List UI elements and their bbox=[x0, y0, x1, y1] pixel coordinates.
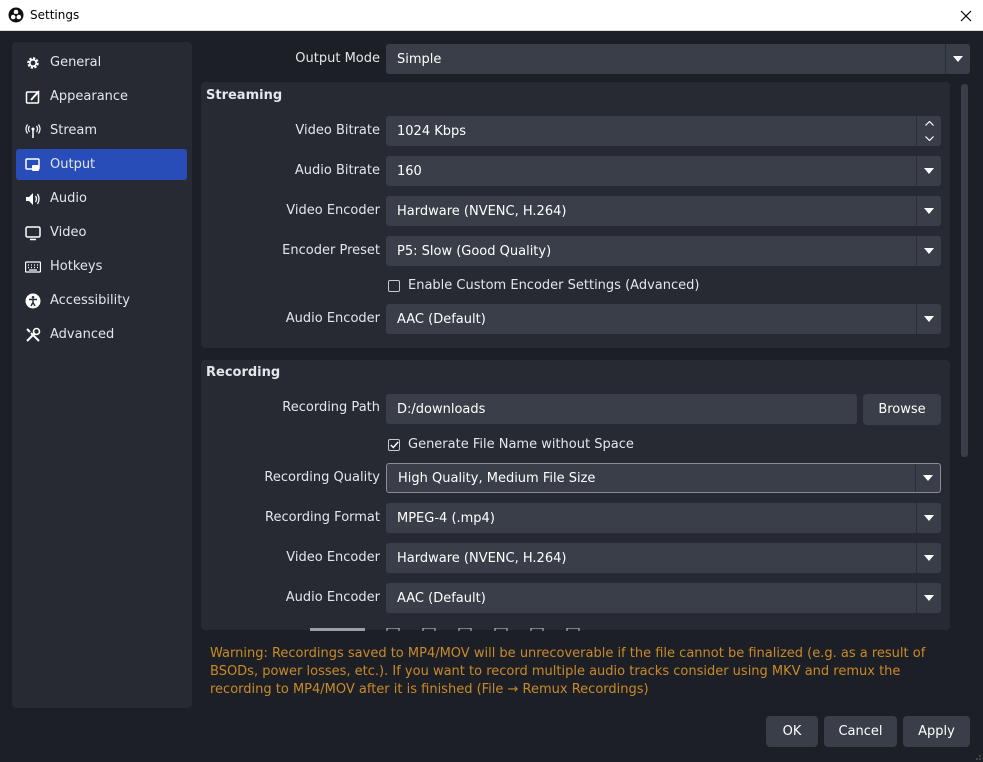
encoder-preset-value: P5: Slow (Good Quality) bbox=[397, 243, 552, 259]
encoder-preset-select[interactable]: P5: Slow (Good Quality) bbox=[386, 236, 941, 266]
checkmark-icon bbox=[389, 441, 399, 449]
accessibility-icon bbox=[24, 292, 42, 310]
audio-bitrate-select[interactable]: 160 bbox=[386, 156, 941, 186]
spin-down-button[interactable] bbox=[917, 131, 941, 146]
recording-path-input[interactable]: D:/downloads bbox=[386, 394, 857, 424]
appearance-icon bbox=[24, 88, 42, 106]
title-bar: Settings bbox=[0, 0, 983, 31]
sidebar-item-video[interactable]: Video bbox=[16, 217, 187, 248]
sidebar-item-label: General bbox=[50, 55, 102, 70]
recording-quality-value: High Quality, Medium File Size bbox=[398, 470, 596, 486]
sidebar-item-accessibility[interactable]: Accessibility bbox=[16, 285, 187, 316]
streaming-group-title: Streaming bbox=[206, 88, 283, 103]
video-bitrate-input[interactable]: 1024 Kbps bbox=[386, 116, 941, 146]
window-title: Settings bbox=[30, 8, 80, 22]
sidebar-item-audio[interactable]: Audio bbox=[16, 183, 187, 214]
recording-group-title: Recording bbox=[206, 365, 281, 380]
streaming-audio-encoder-select[interactable]: AAC (Default) bbox=[386, 304, 941, 334]
output-mode-select[interactable]: Simple bbox=[386, 44, 970, 74]
custom-encoder-checkbox-row[interactable]: Enable Custom Encoder Settings (Advanced… bbox=[388, 278, 699, 293]
output-icon bbox=[24, 156, 42, 174]
cancel-button[interactable]: Cancel bbox=[824, 716, 897, 747]
streaming-audio-encoder-label: Audio Encoder bbox=[285, 311, 380, 326]
sidebar-item-general[interactable]: General bbox=[16, 47, 187, 78]
chevron-down-icon bbox=[916, 583, 941, 613]
speaker-icon bbox=[24, 190, 42, 208]
sidebar-item-label: Audio bbox=[50, 191, 87, 206]
recording-video-encoder-value: Hardware (NVENC, H.264) bbox=[397, 550, 567, 566]
chevron-down-icon bbox=[945, 44, 970, 74]
close-button[interactable] bbox=[949, 0, 983, 31]
obs-logo-icon bbox=[8, 7, 24, 23]
sidebar-item-hotkeys[interactable]: Hotkeys bbox=[16, 251, 187, 282]
chevron-down-icon bbox=[915, 464, 940, 492]
chevron-down-icon bbox=[916, 156, 941, 186]
video-bitrate-value: 1024 Kbps bbox=[397, 123, 467, 139]
sidebar-item-label: Video bbox=[50, 225, 87, 240]
browse-button[interactable]: Browse bbox=[863, 394, 941, 425]
sidebar-item-label: Hotkeys bbox=[50, 259, 103, 274]
sidebar-item-label: Stream bbox=[50, 123, 98, 138]
video-bitrate-spinner bbox=[916, 116, 941, 146]
mp4-warning-text: Warning: Recordings saved to MP4/MOV wil… bbox=[210, 646, 926, 697]
recording-audio-encoder-select[interactable]: AAC (Default) bbox=[386, 583, 941, 613]
custom-encoder-label: Enable Custom Encoder Settings (Advanced… bbox=[408, 278, 700, 293]
settings-sidebar: General Appearance Stream Output Audio V… bbox=[12, 42, 192, 708]
streaming-video-encoder-label: Video Encoder bbox=[286, 203, 380, 218]
sidebar-item-stream[interactable]: Stream bbox=[16, 115, 187, 146]
settings-scrollbar[interactable] bbox=[960, 84, 969, 630]
tools-icon bbox=[24, 326, 42, 344]
monitor-icon bbox=[24, 224, 42, 242]
no-space-label: Generate File Name without Space bbox=[408, 437, 634, 452]
recording-path-label: Recording Path bbox=[282, 400, 380, 415]
recording-audio-encoder-label: Audio Encoder bbox=[285, 590, 380, 605]
recording-path-value: D:/downloads bbox=[397, 401, 486, 417]
sidebar-item-label: Output bbox=[50, 157, 96, 172]
gear-icon bbox=[24, 54, 42, 72]
output-mode-value: Simple bbox=[397, 51, 442, 67]
streaming-video-encoder-select[interactable]: Hardware (NVENC, H.264) bbox=[386, 196, 941, 226]
output-mode-label: Output Mode bbox=[295, 51, 380, 66]
chevron-down-icon bbox=[916, 503, 941, 533]
no-space-checkbox-row[interactable]: Generate File Name without Space bbox=[388, 437, 634, 452]
audio-track-row-clipped bbox=[300, 624, 630, 631]
recording-format-label: Recording Format bbox=[265, 510, 380, 525]
recording-video-encoder-select[interactable]: Hardware (NVENC, H.264) bbox=[386, 543, 941, 573]
sidebar-item-label: Advanced bbox=[50, 327, 115, 342]
recording-video-encoder-label: Video Encoder bbox=[286, 550, 380, 565]
video-bitrate-label: Video Bitrate bbox=[295, 123, 380, 138]
recording-format-value: MPEG-4 (.mp4) bbox=[397, 510, 495, 526]
resize-grip-icon[interactable] bbox=[973, 752, 981, 760]
no-space-checkbox[interactable] bbox=[388, 438, 400, 451]
custom-encoder-checkbox[interactable] bbox=[388, 279, 400, 292]
sidebar-item-label: Appearance bbox=[50, 89, 129, 104]
spin-up-button[interactable] bbox=[917, 116, 941, 131]
recording-quality-select[interactable]: High Quality, Medium File Size bbox=[386, 463, 941, 493]
audio-bitrate-label: Audio Bitrate bbox=[294, 163, 380, 178]
recording-format-select[interactable]: MPEG-4 (.mp4) bbox=[386, 503, 941, 533]
chevron-down-icon bbox=[924, 136, 934, 141]
sidebar-item-output[interactable]: Output bbox=[16, 149, 187, 180]
antenna-icon bbox=[24, 122, 42, 140]
chevron-down-icon bbox=[916, 543, 941, 573]
chevron-up-icon bbox=[924, 121, 934, 126]
close-icon bbox=[960, 10, 972, 21]
chevron-down-icon bbox=[916, 196, 941, 226]
sidebar-item-label: Accessibility bbox=[50, 293, 130, 308]
keyboard-icon bbox=[24, 258, 42, 276]
audio-bitrate-value: 160 bbox=[397, 163, 422, 179]
apply-button[interactable]: Apply bbox=[903, 716, 970, 747]
ok-button[interactable]: OK bbox=[766, 716, 818, 747]
scrollbar-thumb[interactable] bbox=[961, 84, 968, 457]
streaming-audio-encoder-value: AAC (Default) bbox=[397, 311, 486, 327]
chevron-down-icon bbox=[916, 236, 941, 266]
sidebar-item-appearance[interactable]: Appearance bbox=[16, 81, 187, 112]
sidebar-item-advanced[interactable]: Advanced bbox=[16, 319, 187, 350]
encoder-preset-label: Encoder Preset bbox=[282, 243, 380, 258]
recording-audio-encoder-value: AAC (Default) bbox=[397, 590, 486, 606]
chevron-down-icon bbox=[916, 304, 941, 334]
streaming-video-encoder-value: Hardware (NVENC, H.264) bbox=[397, 203, 567, 219]
recording-quality-label: Recording Quality bbox=[264, 470, 380, 485]
